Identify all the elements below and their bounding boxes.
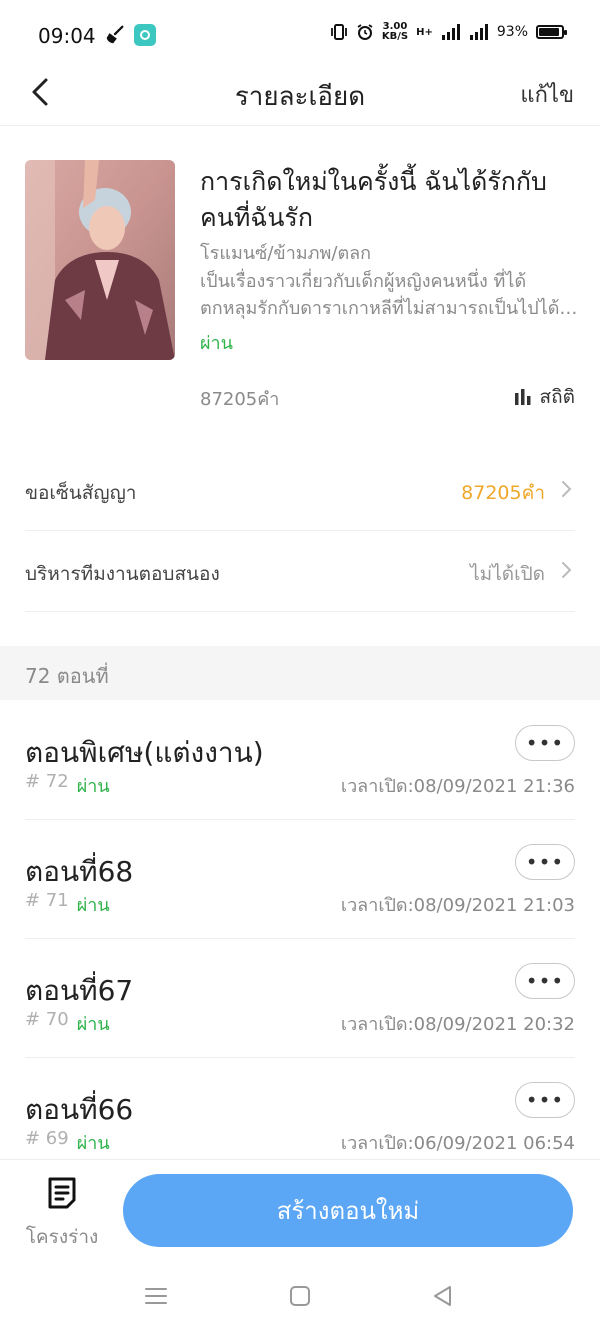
chapter-number: # 72 [25, 771, 69, 792]
chapter-row[interactable]: ตอนพิเศษ(แต่งงาน) # 72 ผ่าน เวลาเปิด:08/… [25, 701, 575, 820]
chapter-number: # 70 [25, 1009, 69, 1030]
chapter-title: ตอนที่66 [25, 1093, 134, 1126]
more-options-button[interactable]: ••• [515, 963, 575, 999]
net-speed-unit: KB/S [381, 31, 409, 42]
chapter-publish-time: เวลาเปิด:08/09/2021 21:36 [340, 776, 575, 797]
battery-icon [536, 25, 567, 39]
signal-icon [469, 24, 488, 40]
response-team-row[interactable]: บริหารทีมงานตอบสนอง ไม่ได้เปิด [25, 531, 575, 612]
system-nav-bar [0, 1259, 600, 1333]
book-genre: โรแมนซ์/ข้ามภพ/ตลก [200, 243, 372, 264]
signal-icon [441, 24, 460, 40]
battery-fill [539, 28, 560, 36]
more-options-button[interactable]: ••• [515, 1082, 575, 1118]
alarm-icon [357, 24, 373, 40]
page-title: รายละเอียด [234, 82, 366, 112]
stats-label: สถิติ [539, 386, 575, 408]
vibrate-icon [330, 24, 347, 40]
chapter-number: # 71 [25, 890, 69, 911]
battery-percent: 93% [496, 24, 528, 40]
create-chapter-button[interactable]: สร้างตอนใหม่ [123, 1174, 573, 1247]
chapter-title: ตอนพิเศษ(แต่งงาน) [25, 736, 264, 769]
home-icon[interactable] [287, 1283, 313, 1309]
net-speed: 3.00 KB/S [382, 22, 408, 42]
response-team-value: ไม่ได้เปิด [470, 563, 545, 585]
chapter-meta: # 69 ผ่าน [25, 1128, 110, 1157]
book-title: การเกิดใหม่ในครั้งนี้ ฉันได้รักกับคนที่ฉ… [200, 167, 547, 232]
contract-request-label: ขอเซ็นสัญญา [25, 482, 137, 504]
book-description: เป็นเรื่องราวเกี่ยวกับเด็กผู้หญิงคนหนึ่ง… [200, 271, 560, 319]
chapter-status: ผ่าน [76, 1014, 110, 1035]
chapter-meta: # 71 ผ่าน [25, 890, 110, 919]
back-triangle-icon[interactable] [430, 1283, 456, 1309]
chapter-status: ผ่าน [76, 895, 110, 916]
outline-button[interactable]: โครงร่าง [22, 1176, 102, 1256]
more-options-button[interactable]: ••• [515, 844, 575, 880]
app-notification-icon [134, 24, 156, 46]
chapter-meta: # 72 ผ่าน [25, 771, 110, 800]
chapter-status: ผ่าน [76, 776, 110, 797]
top-nav-bar: รายละเอียด แก้ไข [0, 60, 600, 126]
status-time: 09:04 [38, 24, 96, 48]
chapter-list-header: 72 ตอนที่ [0, 646, 600, 700]
chapter-number: # 69 [25, 1128, 69, 1149]
chapter-count: 72 ตอนที่ [25, 664, 109, 688]
outline-label: โครงร่าง [25, 1226, 99, 1248]
contract-request-value: 87205คำ [461, 482, 545, 504]
document-icon [48, 1177, 76, 1209]
chapter-title: ตอนที่68 [25, 855, 134, 888]
book-status-badge: ผ่าน [200, 333, 233, 354]
chapter-meta: # 70 ผ่าน [25, 1009, 110, 1038]
status-right-icons: 3.00 KB/S H+ 93% [330, 22, 567, 42]
network-type: H+ [416, 26, 433, 38]
contract-request-row[interactable]: ขอเซ็นสัญญา 87205คำ [25, 450, 575, 531]
chapter-publish-time: เวลาเปิด:06/09/2021 06:54 [340, 1133, 575, 1154]
edit-button[interactable]: แก้ไข [520, 77, 574, 112]
bottom-action-bar: โครงร่าง สร้างตอนใหม่ [0, 1159, 600, 1259]
chevron-right-icon [562, 562, 572, 578]
bar-chart-icon [514, 389, 531, 405]
chapter-row[interactable]: ตอนที่67 # 70 ผ่าน เวลาเปิด:08/09/2021 2… [25, 939, 575, 1058]
stats-button[interactable]: สถิติ [514, 382, 575, 412]
book-word-count: 87205คำ [200, 389, 280, 410]
chapter-publish-time: เวลาเปิด:08/09/2021 20:32 [340, 1014, 575, 1035]
chapter-status: ผ่าน [76, 1133, 110, 1154]
chevron-right-icon [562, 481, 572, 497]
chapter-title: ตอนที่67 [25, 974, 134, 1007]
more-options-button[interactable]: ••• [515, 725, 575, 761]
broom-icon [106, 25, 124, 44]
chapter-row[interactable]: ตอนที่68 # 71 ผ่าน เวลาเปิด:08/09/2021 2… [25, 820, 575, 939]
response-team-label: บริหารทีมงานตอบสนอง [25, 563, 220, 585]
menu-icon[interactable] [143, 1283, 169, 1309]
chapter-publish-time: เวลาเปิด:08/09/2021 21:03 [340, 895, 575, 916]
status-left-icons [104, 24, 156, 46]
book-cover-image[interactable] [25, 160, 175, 360]
